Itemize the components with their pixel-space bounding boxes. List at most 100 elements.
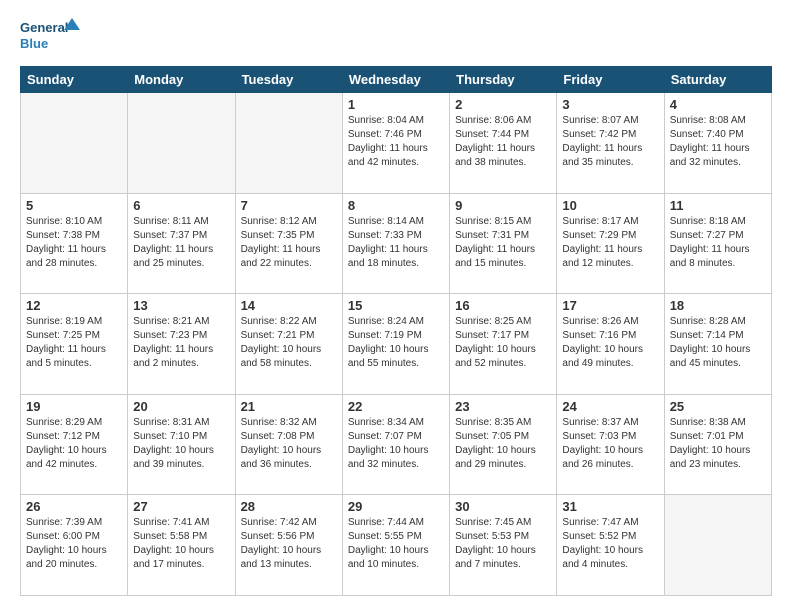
calendar-cell: 17 Sunrise: 8:26 AM Sunset: 7:16 PM Dayli… [557, 294, 664, 395]
day-info: Sunrise: 7:42 AM Sunset: 5:56 PM Dayligh… [241, 516, 337, 572]
day-info: Sunrise: 8:37 AM Sunset: 7:03 PM Dayligh… [562, 416, 658, 472]
calendar-cell: 15 Sunrise: 8:24 AM Sunset: 7:19 PM Dayli… [342, 294, 449, 395]
weekday-monday: Monday [128, 67, 235, 93]
calendar-cell: 24 Sunrise: 8:37 AM Sunset: 7:03 PM Dayli… [557, 394, 664, 495]
day-number: 24 [562, 399, 658, 414]
calendar-cell [235, 93, 342, 194]
day-info: Sunrise: 8:24 AM Sunset: 7:19 PM Dayligh… [348, 315, 444, 371]
day-number: 10 [562, 198, 658, 213]
day-number: 31 [562, 499, 658, 514]
calendar-cell: 30Sunrise: 7:45 AM Sunset: 5:53 PM Dayli… [450, 495, 557, 596]
day-info: Sunrise: 8:11 AM Sunset: 7:37 PM Dayligh… [133, 215, 229, 271]
calendar-cell [128, 93, 235, 194]
day-info: Sunrise: 8:07 AM Sunset: 7:42 PM Dayligh… [562, 114, 658, 170]
calendar-cell [21, 93, 128, 194]
day-number: 4 [670, 97, 766, 112]
day-number: 17 [562, 298, 658, 313]
day-info: Sunrise: 8:18 AM Sunset: 7:27 PM Dayligh… [670, 215, 766, 271]
day-info: Sunrise: 8:19 AM Sunset: 7:25 PM Dayligh… [26, 315, 122, 371]
day-info: Sunrise: 8:32 AM Sunset: 7:08 PM Dayligh… [241, 416, 337, 472]
calendar-week-1: 5 Sunrise: 8:10 AM Sunset: 7:38 PM Daylig… [21, 193, 772, 294]
day-number: 11 [670, 198, 766, 213]
day-number: 28 [241, 499, 337, 514]
calendar-cell [664, 495, 771, 596]
page: General Blue SundayMondayTuesdayWednesda… [0, 0, 792, 612]
weekday-thursday: Thursday [450, 67, 557, 93]
day-number: 30 [455, 499, 551, 514]
day-info: Sunrise: 8:06 AM Sunset: 7:44 PM Dayligh… [455, 114, 551, 170]
day-info: Sunrise: 8:25 AM Sunset: 7:17 PM Dayligh… [455, 315, 551, 371]
calendar-cell: 11 Sunrise: 8:18 AM Sunset: 7:27 PM Dayli… [664, 193, 771, 294]
day-number: 12 [26, 298, 122, 313]
weekday-saturday: Saturday [664, 67, 771, 93]
calendar-cell: 13 Sunrise: 8:21 AM Sunset: 7:23 PM Dayli… [128, 294, 235, 395]
calendar-week-4: 26 Sunrise: 7:39 AM Sunset: 6:00 PM Dayli… [21, 495, 772, 596]
calendar-cell: 2 Sunrise: 8:06 AM Sunset: 7:44 PM Daylig… [450, 93, 557, 194]
weekday-tuesday: Tuesday [235, 67, 342, 93]
calendar-table: SundayMondayTuesdayWednesdayThursdayFrid… [20, 66, 772, 596]
day-info: Sunrise: 8:08 AM Sunset: 7:40 PM Dayligh… [670, 114, 766, 170]
calendar-cell: 6Sunrise: 8:11 AM Sunset: 7:37 PM Daylig… [128, 193, 235, 294]
day-number: 22 [348, 399, 444, 414]
day-number: 19 [26, 399, 122, 414]
day-info: Sunrise: 8:17 AM Sunset: 7:29 PM Dayligh… [562, 215, 658, 271]
calendar-cell: 4 Sunrise: 8:08 AM Sunset: 7:40 PM Daylig… [664, 93, 771, 194]
day-info: Sunrise: 8:31 AM Sunset: 7:10 PM Dayligh… [133, 416, 229, 472]
weekday-sunday: Sunday [21, 67, 128, 93]
day-info: Sunrise: 8:38 AM Sunset: 7:01 PM Dayligh… [670, 416, 766, 472]
calendar-cell: 18Sunrise: 8:28 AM Sunset: 7:14 PM Dayli… [664, 294, 771, 395]
day-number: 21 [241, 399, 337, 414]
calendar-cell: 21 Sunrise: 8:32 AM Sunset: 7:08 PM Dayli… [235, 394, 342, 495]
day-info: Sunrise: 8:29 AM Sunset: 7:12 PM Dayligh… [26, 416, 122, 472]
day-number: 5 [26, 198, 122, 213]
day-info: Sunrise: 8:21 AM Sunset: 7:23 PM Dayligh… [133, 315, 229, 371]
day-info: Sunrise: 8:22 AM Sunset: 7:21 PM Dayligh… [241, 315, 337, 371]
calendar-cell: 16 Sunrise: 8:25 AM Sunset: 7:17 PM Dayli… [450, 294, 557, 395]
day-number: 9 [455, 198, 551, 213]
calendar-cell: 10 Sunrise: 8:17 AM Sunset: 7:29 PM Dayli… [557, 193, 664, 294]
calendar-cell: 27 Sunrise: 7:41 AM Sunset: 5:58 PM Dayli… [128, 495, 235, 596]
calendar-cell: 23 Sunrise: 8:35 AM Sunset: 7:05 PM Dayli… [450, 394, 557, 495]
calendar-cell: 5 Sunrise: 8:10 AM Sunset: 7:38 PM Daylig… [21, 193, 128, 294]
calendar-cell: 9 Sunrise: 8:15 AM Sunset: 7:31 PM Daylig… [450, 193, 557, 294]
day-number: 26 [26, 499, 122, 514]
day-number: 20 [133, 399, 229, 414]
day-number: 25 [670, 399, 766, 414]
weekday-wednesday: Wednesday [342, 67, 449, 93]
calendar-cell: 20 Sunrise: 8:31 AM Sunset: 7:10 PM Dayli… [128, 394, 235, 495]
day-info: Sunrise: 8:12 AM Sunset: 7:35 PM Dayligh… [241, 215, 337, 271]
day-info: Sunrise: 8:04 AM Sunset: 7:46 PM Dayligh… [348, 114, 444, 170]
day-info: Sunrise: 8:28 AM Sunset: 7:14 PM Dayligh… [670, 315, 766, 371]
day-number: 27 [133, 499, 229, 514]
day-number: 23 [455, 399, 551, 414]
day-number: 16 [455, 298, 551, 313]
header: General Blue [20, 16, 772, 56]
logo: General Blue [20, 16, 80, 56]
day-info: Sunrise: 7:44 AM Sunset: 5:55 PM Dayligh… [348, 516, 444, 572]
day-info: Sunrise: 7:41 AM Sunset: 5:58 PM Dayligh… [133, 516, 229, 572]
calendar-cell: 25 Sunrise: 8:38 AM Sunset: 7:01 PM Dayli… [664, 394, 771, 495]
calendar-week-3: 19 Sunrise: 8:29 AM Sunset: 7:12 PM Dayli… [21, 394, 772, 495]
svg-text:Blue: Blue [20, 36, 48, 51]
calendar-cell: 19 Sunrise: 8:29 AM Sunset: 7:12 PM Dayli… [21, 394, 128, 495]
day-number: 3 [562, 97, 658, 112]
calendar-week-0: 1Sunrise: 8:04 AM Sunset: 7:46 PM Daylig… [21, 93, 772, 194]
day-info: Sunrise: 8:14 AM Sunset: 7:33 PM Dayligh… [348, 215, 444, 271]
day-number: 15 [348, 298, 444, 313]
calendar-cell: 28 Sunrise: 7:42 AM Sunset: 5:56 PM Dayli… [235, 495, 342, 596]
calendar-cell: 22 Sunrise: 8:34 AM Sunset: 7:07 PM Dayli… [342, 394, 449, 495]
svg-text:General: General [20, 20, 68, 35]
day-number: 2 [455, 97, 551, 112]
calendar-cell: 1Sunrise: 8:04 AM Sunset: 7:46 PM Daylig… [342, 93, 449, 194]
day-number: 29 [348, 499, 444, 514]
day-info: Sunrise: 8:15 AM Sunset: 7:31 PM Dayligh… [455, 215, 551, 271]
calendar-cell: 29 Sunrise: 7:44 AM Sunset: 5:55 PM Dayli… [342, 495, 449, 596]
day-info: Sunrise: 8:10 AM Sunset: 7:38 PM Dayligh… [26, 215, 122, 271]
day-info: Sunrise: 7:39 AM Sunset: 6:00 PM Dayligh… [26, 516, 122, 572]
day-info: Sunrise: 8:35 AM Sunset: 7:05 PM Dayligh… [455, 416, 551, 472]
day-info: Sunrise: 8:34 AM Sunset: 7:07 PM Dayligh… [348, 416, 444, 472]
weekday-header-row: SundayMondayTuesdayWednesdayThursdayFrid… [21, 67, 772, 93]
calendar-week-2: 12 Sunrise: 8:19 AM Sunset: 7:25 PM Dayli… [21, 294, 772, 395]
day-number: 13 [133, 298, 229, 313]
day-info: Sunrise: 8:26 AM Sunset: 7:16 PM Dayligh… [562, 315, 658, 371]
